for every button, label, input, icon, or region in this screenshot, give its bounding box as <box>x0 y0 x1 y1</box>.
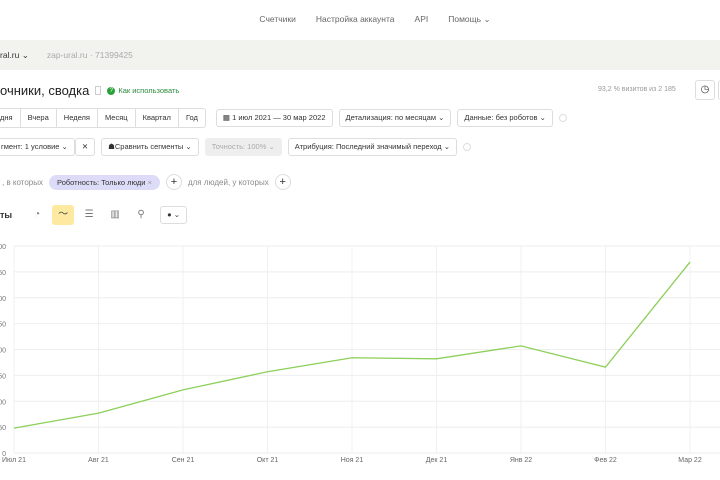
date-range-button[interactable]: ▦ 1 июл 2021 — 30 мар 2022 <box>215 109 333 127</box>
segment-dropdown[interactable]: гмент: 1 условие ⌄ <box>0 138 75 156</box>
y-tick-label: 350 <box>0 270 6 277</box>
nav-counters[interactable]: Счетчики <box>259 14 295 24</box>
period-year[interactable]: Год <box>179 109 205 127</box>
stacked-area-icon[interactable]: ☰ <box>78 205 100 225</box>
x-tick-label: Ноя 21 <box>341 457 364 464</box>
y-tick-label: 300 <box>0 296 6 303</box>
help-icon[interactable] <box>558 114 567 122</box>
y-tick-label: 400 <box>0 244 6 251</box>
attribution-dropdown[interactable]: Атрибуция: Последний значимый переход ⌄ <box>287 138 457 156</box>
nav-api[interactable]: API <box>415 14 429 24</box>
how-to-label: Как использовать <box>118 86 180 95</box>
chart-section-label: ты <box>0 210 13 220</box>
site-label: ral.ru <box>0 49 20 60</box>
clock-icon[interactable]: ◷ <box>695 80 715 100</box>
data-filter-label: Данные: без роботов <box>464 113 538 122</box>
breadcrumb: ral.ru ⌄ zap-ural.ru · 71399425 <box>0 40 720 70</box>
date-range-label: 1 июл 2021 — 30 мар 2022 <box>232 113 326 122</box>
y-tick-label: 250 <box>0 322 6 329</box>
close-icon[interactable]: × <box>148 178 152 187</box>
line-chart: 050100150200250300350400Июл 21Авг 21Сен … <box>0 244 720 464</box>
map-icon[interactable]: ⚲ <box>130 205 152 225</box>
x-tick-label: Июл 21 <box>2 457 26 464</box>
period-group: дня Вчера Неделя Месяц Квартал Год <box>0 108 206 128</box>
add-filter-button[interactable]: + <box>165 174 182 190</box>
calendar-icon: ▦ <box>222 113 230 122</box>
period-month[interactable]: Месяц <box>98 109 136 127</box>
top-nav: Счетчики Настройка аккаунта API Помощь ⌄ <box>0 0 720 38</box>
accuracy-label: Точность: 100% <box>211 142 267 151</box>
x-tick-label: Фев 22 <box>594 457 617 464</box>
y-tick-label: 100 <box>0 399 6 406</box>
help-icon[interactable] <box>463 143 471 151</box>
line-chart-icon[interactable]: 〜 <box>52 205 75 225</box>
bar-chart-icon[interactable]: ▥ <box>104 205 126 225</box>
x-tick-label: Мар 22 <box>678 457 702 464</box>
detail-label: Детализация: по месяцам <box>345 113 437 122</box>
counter-label: zap-ural.ru · 71399425 <box>46 50 133 60</box>
nav-help-label: Помощь <box>448 13 482 24</box>
nav-help[interactable]: Помощь ⌄ <box>448 14 490 25</box>
pie-chart-icon[interactable]: ◔ <box>26 205 48 225</box>
people-icon: ☗ <box>108 142 115 151</box>
x-tick-label: Янв 22 <box>510 457 532 464</box>
y-tick-label: 50 <box>0 425 6 432</box>
attribution-label: Атрибуция: Последний значимый переход <box>294 142 442 151</box>
how-to-use-link[interactable]: ? Как использовать <box>107 86 179 95</box>
clear-segment-button[interactable]: ✕ <box>74 138 96 156</box>
page-title: очники, сводка <box>0 83 90 98</box>
period-week[interactable]: Неделя <box>57 109 98 127</box>
detail-dropdown[interactable]: Детализация: по месяцам ⌄ <box>338 109 452 127</box>
comment-icon: ● <box>167 210 172 219</box>
period-today[interactable]: дня <box>0 109 21 127</box>
people-filter-label: для людей, у которых <box>187 177 269 187</box>
data-filter-dropdown[interactable]: Данные: без роботов ⌄ <box>457 109 553 127</box>
nav-account-settings[interactable]: Настройка аккаунта <box>316 14 395 24</box>
filter-prefix: , в которых <box>2 177 44 187</box>
period-quarter[interactable]: Квартал <box>136 109 179 127</box>
chevron-down-icon: ⌄ <box>483 13 491 24</box>
period-yesterday[interactable]: Вчера <box>21 109 57 127</box>
accuracy-dropdown[interactable]: Точность: 100% ⌄ <box>204 138 282 156</box>
compare-segments-dropdown[interactable]: ☗Сравнить сегменты ⌄ <box>101 138 199 156</box>
filter-chip-label: Роботность: Только люди <box>57 177 146 187</box>
x-tick-label: Сен 21 <box>172 457 195 464</box>
site-selector[interactable]: ral.ru ⌄ <box>0 50 29 61</box>
bookmark-icon[interactable] <box>95 86 102 95</box>
x-tick-label: Окт 21 <box>257 457 279 464</box>
info-icon: ? <box>107 86 116 95</box>
y-tick-label: 200 <box>0 348 6 355</box>
page-title-row: очники, сводка ? Как использовать <box>0 83 179 98</box>
annotations-dropdown[interactable]: ● ⌄ <box>160 206 187 224</box>
add-people-filter-button[interactable]: + <box>274 174 291 190</box>
visits-sample: 93,2 % визитов из 2 185 <box>598 86 676 93</box>
x-tick-label: Дек 21 <box>426 457 448 464</box>
y-tick-label: 150 <box>0 373 6 380</box>
segment-label: гмент: 1 условие <box>1 142 60 151</box>
compare-label: Сравнить сегменты <box>114 142 184 151</box>
filter-chip[interactable]: Роботность: Только люди × <box>49 174 160 190</box>
x-tick-label: Авг 21 <box>88 457 109 464</box>
